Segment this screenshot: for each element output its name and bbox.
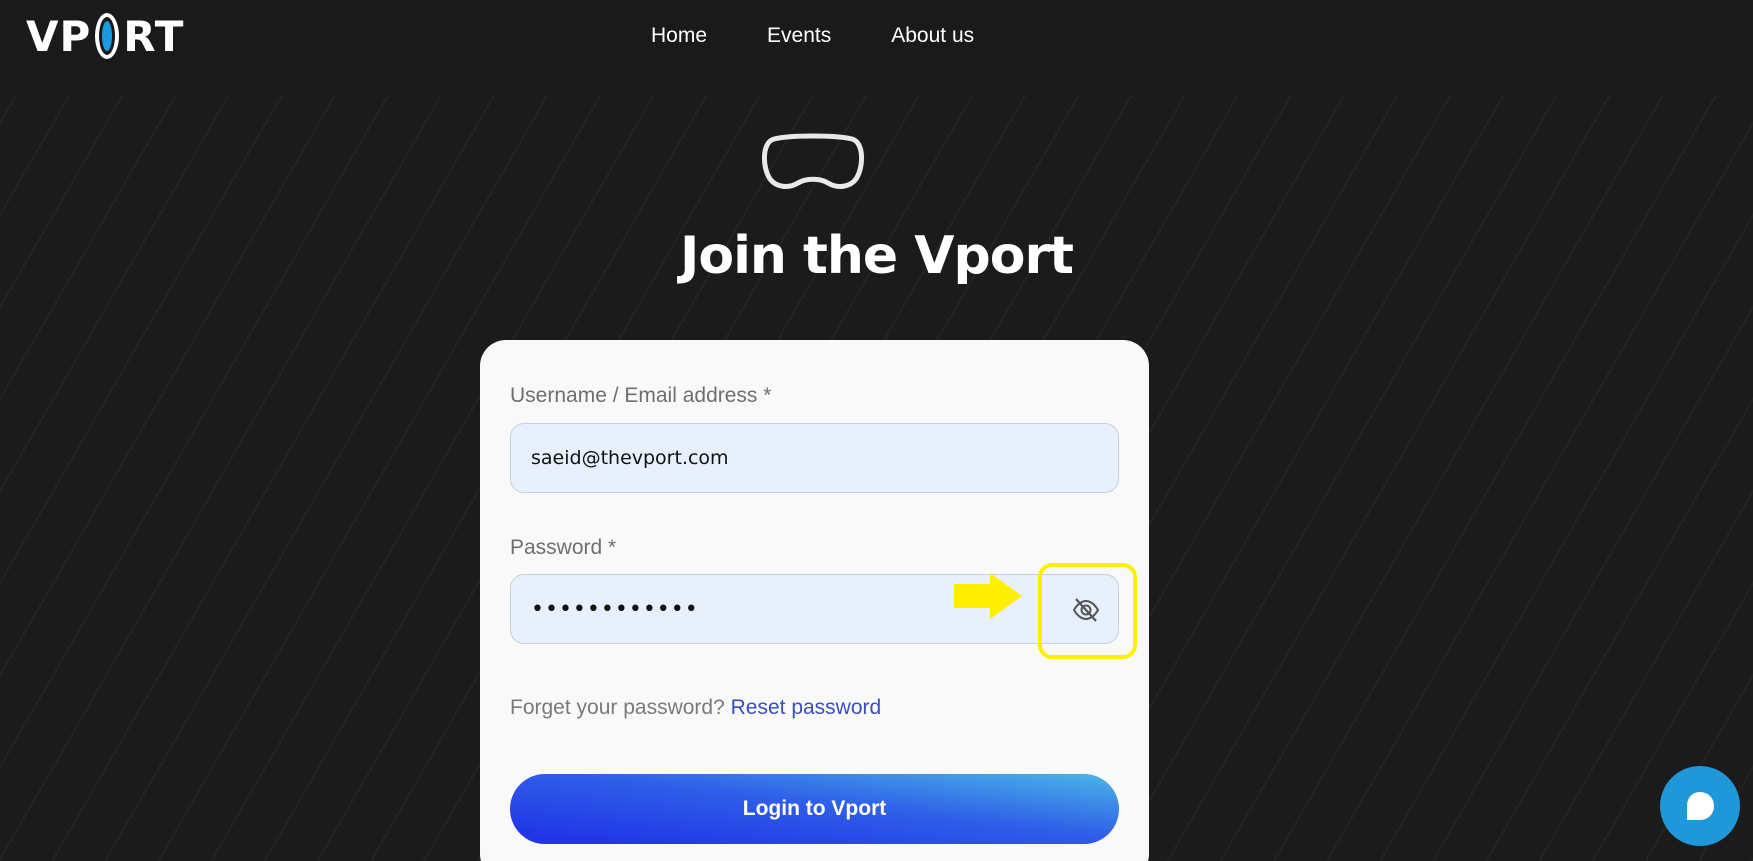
password-value: •••••••••••• — [531, 596, 699, 622]
chat-widget-button[interactable] — [1660, 766, 1740, 846]
username-field[interactable]: saeid@thevport.com — [510, 423, 1119, 493]
logo-text-right: RT — [123, 11, 185, 61]
vport-logo[interactable]: VP RT — [26, 11, 185, 61]
logo-o-mark-icon — [95, 13, 120, 59]
nav-events-link[interactable]: Events — [767, 24, 831, 48]
logo-text-left: VP — [26, 11, 92, 61]
reset-password-link[interactable]: Reset password — [731, 696, 882, 719]
vr-headset-icon — [762, 133, 864, 189]
username-value: saeid@thevport.com — [531, 447, 729, 469]
nav-home-link[interactable]: Home — [651, 24, 707, 48]
password-label: Password * — [510, 536, 617, 559]
nav-about-link[interactable]: About us — [891, 24, 974, 48]
password-field[interactable]: •••••••••••• — [510, 574, 1119, 644]
top-navbar: VP RT Home Events About us — [0, 0, 1753, 80]
login-button[interactable]: Login to Vport — [510, 774, 1119, 844]
highlight-box-annotation — [1038, 563, 1137, 659]
forgot-password-row: Forget your password? Reset password — [510, 696, 881, 720]
main-nav: Home Events About us — [651, 24, 974, 48]
yellow-arrow-annotation — [954, 573, 1022, 619]
page-title: Join the Vport — [680, 226, 1074, 286]
chat-bubble-icon — [1687, 792, 1714, 820]
username-label: Username / Email address * — [510, 384, 772, 407]
forgot-password-text: Forget your password? — [510, 696, 725, 719]
